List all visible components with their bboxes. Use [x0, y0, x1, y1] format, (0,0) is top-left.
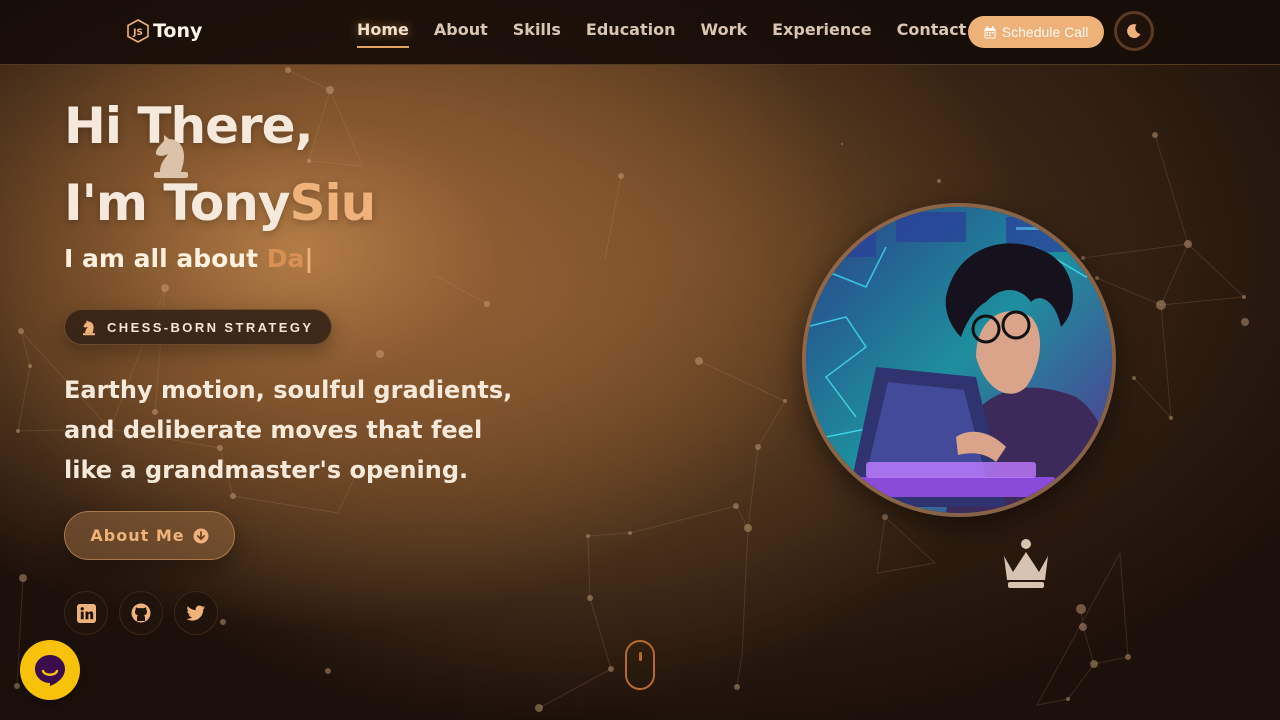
- typed-text: Da: [266, 244, 305, 273]
- schedule-call-button[interactable]: Schedule Call: [968, 16, 1104, 48]
- chess-knight-icon: [82, 319, 96, 335]
- nav-link-contact[interactable]: Contact: [897, 20, 967, 48]
- brand-name: Tony: [153, 20, 203, 42]
- hero-greeting: Hi There,: [64, 97, 314, 155]
- chat-bubble-icon: [35, 655, 65, 686]
- nav-link-education[interactable]: Education: [586, 20, 676, 48]
- about-me-label: About Me: [90, 526, 185, 545]
- about-me-button[interactable]: About Me: [64, 511, 235, 560]
- mouse-scroll-icon[interactable]: [625, 640, 655, 690]
- hero-name-accent: Siu: [289, 174, 376, 232]
- strategy-badge-label: CHESS-BORN STRATEGY: [107, 319, 314, 335]
- chat-widget-button[interactable]: [20, 640, 80, 700]
- js-hexagon-icon: JS: [127, 19, 149, 43]
- twitter-link[interactable]: [174, 591, 218, 635]
- nav-link-experience[interactable]: Experience: [772, 20, 872, 48]
- github-icon: [131, 603, 151, 623]
- strategy-badge: CHESS-BORN STRATEGY: [64, 309, 332, 345]
- hero-subtitle: I am all about Da|: [64, 244, 314, 273]
- svg-text:JS: JS: [132, 28, 143, 38]
- social-links: [64, 591, 218, 635]
- nav-link-about[interactable]: About: [434, 20, 488, 48]
- hero-description: Earthy motion, soulful gradients, and de…: [64, 376, 513, 484]
- linkedin-icon: [76, 603, 96, 623]
- twitter-icon: [186, 605, 206, 621]
- theme-toggle-button[interactable]: [1114, 11, 1154, 51]
- chess-queen-icon: [1004, 539, 1048, 588]
- nav-link-skills[interactable]: Skills: [513, 20, 561, 48]
- moon-icon: [1127, 24, 1141, 39]
- calendar-icon: [984, 25, 996, 38]
- schedule-call-label: Schedule Call: [1001, 24, 1089, 40]
- nav-link-work[interactable]: Work: [701, 20, 748, 48]
- subtitle-prefix: I am all about: [64, 244, 267, 273]
- github-link[interactable]: [119, 591, 163, 635]
- brand-logo[interactable]: JS Tony: [127, 19, 202, 43]
- mouse-wheel: [639, 652, 642, 661]
- nav-links: Home About Skills Education Work Experie…: [357, 20, 966, 48]
- typing-caret: |: [304, 244, 314, 273]
- hero-name: I'm Tony: [64, 174, 290, 232]
- linkedin-link[interactable]: [64, 591, 108, 635]
- hero-name-line: I'm TonySiu: [64, 165, 376, 242]
- chess-knight-icon: [154, 135, 188, 178]
- developer-illustration: [806, 207, 1112, 513]
- nav-link-home[interactable]: Home: [357, 20, 409, 48]
- arrow-down-circle-icon: [193, 528, 209, 543]
- profile-avatar: [802, 203, 1116, 517]
- top-navbar: JS Tony Home About Skills Education Work…: [0, 0, 1280, 65]
- hero-heading: Hi There, I'm TonySiu: [64, 88, 376, 242]
